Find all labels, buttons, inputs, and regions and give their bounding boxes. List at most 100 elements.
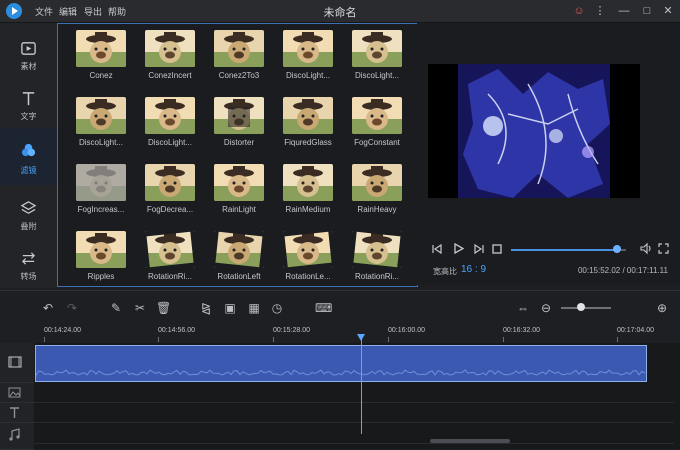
filter-tile[interactable]: Conez [70, 26, 132, 81]
filter-tile[interactable]: RotationLeft [208, 227, 270, 282]
filter-thumbnail [145, 97, 195, 134]
zoom-out-icon[interactable]: ⊖ [539, 301, 553, 315]
filter-name: DiscoLight... [78, 138, 124, 147]
clip-waveform [35, 369, 646, 376]
playhead-handle[interactable] [357, 334, 365, 341]
filter-tile[interactable]: RotationRi... [139, 227, 201, 282]
zoom-in-icon[interactable]: ⊕ [655, 301, 669, 315]
volume-icon[interactable] [639, 242, 652, 255]
preview-frame [458, 64, 610, 198]
filter-tile[interactable]: DiscoLight... [346, 26, 408, 81]
filter-tile[interactable]: RotationLe... [277, 227, 339, 282]
mosaic-icon[interactable]: ▦ [247, 301, 261, 315]
playback-progress[interactable] [511, 249, 617, 251]
filter-tile[interactable]: FiquredGlass [277, 93, 339, 148]
edit-icon[interactable]: ✎ [109, 301, 123, 315]
ruler-tick-label: 00:14:24.00 [44, 327, 81, 334]
filter-name: DiscoLight... [285, 71, 331, 80]
timeline-scrollbar[interactable] [430, 439, 510, 443]
sidebar-item-text[interactable]: 文字 [0, 78, 57, 128]
ruler-tick-label: 00:15:28.00 [273, 327, 310, 334]
text-icon [22, 92, 35, 106]
ruler-tick-label: 00:16:00.00 [388, 327, 425, 334]
filter-tile[interactable]: FogIncreas... [70, 160, 132, 215]
filter-thumbnail [352, 164, 402, 201]
filter-name: RotationLeft [217, 272, 261, 281]
delete-icon[interactable]: 🗑 [156, 301, 171, 315]
prev-frame-icon[interactable] [431, 243, 443, 255]
next-frame-icon[interactable] [473, 243, 485, 255]
sidebar-item-label: 滤镜 [20, 166, 37, 175]
zoom-slider-track[interactable] [561, 307, 611, 309]
filter-tile[interactable]: RainHeavy [346, 160, 408, 215]
filter-name: Conez [89, 71, 113, 80]
filter-thumbnail [76, 97, 126, 134]
playback-handle[interactable] [613, 245, 621, 253]
video-clip[interactable] [35, 345, 647, 382]
filter-grid: Conez ConezIncert Conez2To3 DiscoLight... Di… [57, 23, 418, 287]
music-track[interactable] [34, 423, 674, 444]
filter-tile[interactable]: Distorter [208, 93, 270, 148]
filter-thumbnail [283, 97, 333, 134]
filter-tile[interactable]: Ripples [70, 227, 132, 282]
filter-tile[interactable]: DiscoLight... [277, 26, 339, 81]
sidebar-item-transition[interactable]: 转场 [0, 238, 57, 288]
filter-thumbnail [145, 30, 195, 67]
filter-thumbnail [214, 97, 264, 134]
filter-name: RotationRi... [147, 272, 193, 281]
ruler-tick-label: 00:14:56.00 [158, 327, 195, 334]
play-icon[interactable] [452, 242, 465, 255]
user-alert-icon[interactable]: ☺ [571, 3, 587, 19]
filter-name: Ripples [87, 272, 115, 281]
sidebar-item-media[interactable]: 素材 [0, 28, 57, 78]
filter-tile[interactable]: DiscoLight... [70, 93, 132, 148]
aspect-ratio-label: 宽高比 [433, 267, 457, 276]
text-track[interactable] [34, 403, 674, 423]
filter-tile[interactable]: ConezIncert [139, 26, 201, 81]
preview-panel: 宽高比 16 : 9 00:15:52.02 / 00:17:11.11 [417, 23, 680, 285]
filter-thumbnail [214, 30, 264, 67]
image-track-icon [8, 387, 21, 398]
zoom-crop-icon[interactable]: ▣ [223, 301, 237, 315]
undo-icon[interactable]: ↶ [41, 301, 55, 315]
fit-timeline-icon[interactable]: ⇔ [516, 301, 530, 315]
filter-name: Conez2To3 [218, 71, 260, 80]
zoom-slider-handle[interactable] [577, 303, 585, 311]
image-track[interactable] [34, 383, 674, 403]
filter-name: FiquredGlass [284, 138, 332, 147]
title-bar: 文件 编辑 导出 帮助 未命名 ☺ ⋮ — □ ✕ [0, 0, 680, 23]
maximize-icon[interactable]: □ [639, 3, 655, 19]
filter-tile[interactable]: FogDecrea... [139, 160, 201, 215]
filter-thumbnail [214, 164, 264, 201]
filter-tile[interactable]: Conez2To3 [208, 26, 270, 81]
stop-icon[interactable] [491, 243, 503, 255]
filter-name: DiscoLight... [354, 71, 400, 80]
filter-tile[interactable]: FogConstant [346, 93, 408, 148]
filter-thumbnail [76, 30, 126, 67]
split-icon[interactable]: ✂ [133, 301, 147, 315]
fullscreen-icon[interactable] [657, 242, 670, 255]
filter-tile[interactable]: RainLight [208, 160, 270, 215]
close-icon[interactable]: ✕ [660, 3, 676, 19]
filter-name: Distorter [223, 138, 255, 147]
filter-tile[interactable]: RainMedium [277, 160, 339, 215]
filter-thumbnail [352, 30, 402, 67]
aspect-ratio-value[interactable]: 16 : 9 [461, 264, 486, 275]
sidebar-item-filter[interactable]: 滤镜 [0, 128, 57, 185]
filter-name: FogDecrea... [146, 205, 194, 214]
filter-name: RotationRi... [354, 272, 400, 281]
filter-tile[interactable]: RotationRi... [346, 227, 408, 282]
duration-icon[interactable]: ◷ [270, 301, 284, 315]
sidebar-item-overlay[interactable]: 叠附 [0, 188, 57, 238]
filter-name: RainMedium [285, 205, 331, 214]
sidebar: 素材 文字 滤镜 叠附 转场 [0, 23, 57, 288]
redo-icon[interactable]: ↷ [65, 301, 79, 315]
filter-thumbnail [214, 231, 264, 268]
crop-icon[interactable]: ⧎ [199, 301, 213, 315]
minimize-icon[interactable]: — [616, 3, 632, 19]
more-vert-icon[interactable]: ⋮ [592, 3, 608, 19]
filter-thumbnail [283, 231, 333, 268]
text-overlay-icon[interactable]: ⌨ [315, 301, 332, 315]
playhead-line[interactable] [361, 336, 362, 434]
filter-tile[interactable]: DiscoLight... [139, 93, 201, 148]
